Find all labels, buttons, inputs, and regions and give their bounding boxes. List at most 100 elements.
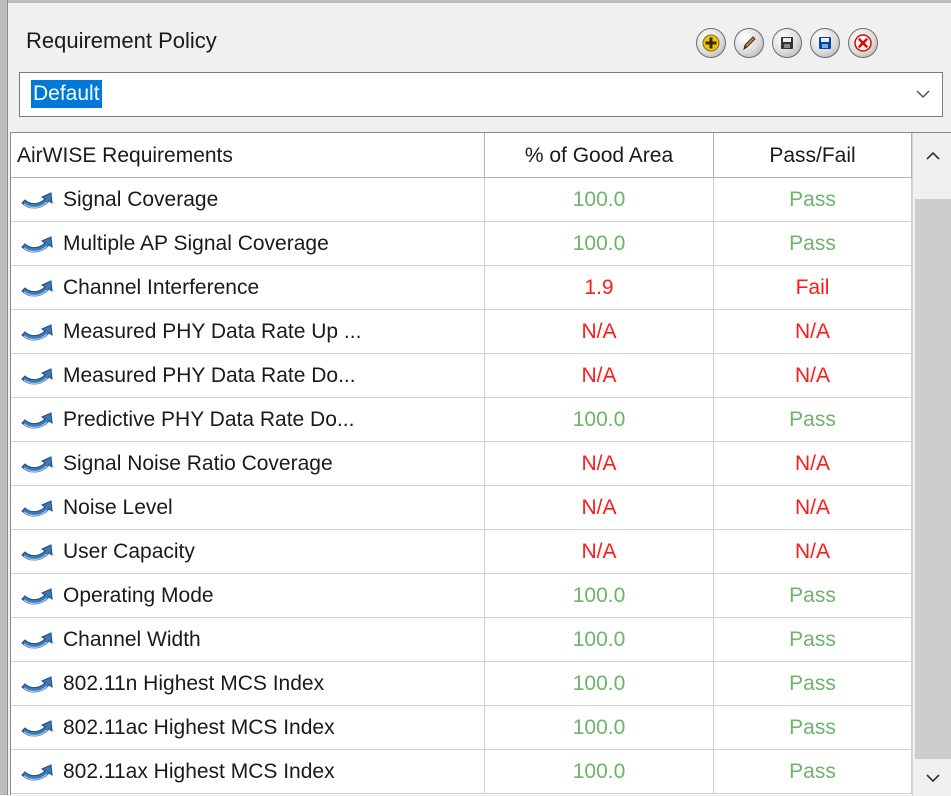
scroll-down-button[interactable]	[913, 760, 951, 796]
table-row[interactable]: Multiple AP Signal Coverage 100.0 Pass	[11, 222, 912, 266]
requirement-cell: 802.11ac Highest MCS Index	[11, 706, 485, 750]
good-area-cell: 100.0	[485, 222, 714, 266]
requirement-cell: Channel Interference	[11, 266, 485, 310]
pass-fail-cell: Pass	[714, 662, 912, 706]
airwise-requirement-icon	[21, 192, 53, 209]
policy-select-value: Default	[31, 80, 102, 108]
requirement-name: Channel Interference	[63, 276, 260, 299]
save-icon	[781, 37, 793, 49]
airwise-requirement-icon	[21, 236, 53, 253]
requirement-cell: User Capacity	[11, 530, 485, 574]
requirement-name: Multiple AP Signal Coverage	[63, 232, 329, 255]
requirement-name: 802.11ac Highest MCS Index	[63, 716, 335, 739]
airwise-requirement-icon	[21, 456, 53, 473]
grid-header: AirWISE Requirements % of Good Area Pass…	[11, 133, 912, 178]
requirement-cell: Operating Mode	[11, 574, 485, 618]
requirement-name: 802.11ax Highest MCS Index	[63, 760, 335, 783]
good-area-cell: 100.0	[485, 706, 714, 750]
table-row[interactable]: 802.11ac Highest MCS Index 100.0 Pass	[11, 706, 912, 750]
table-row[interactable]: Signal Coverage 100.0 Pass	[11, 178, 912, 222]
pass-fail-cell: Pass	[714, 618, 912, 662]
airwise-requirement-icon	[21, 676, 53, 693]
table-row[interactable]: Channel Width 100.0 Pass	[11, 618, 912, 662]
vertical-scrollbar[interactable]	[912, 133, 951, 796]
add-icon	[702, 34, 720, 52]
pass-fail-cell: Pass	[714, 574, 912, 618]
airwise-requirement-icon	[21, 544, 53, 561]
good-area-cell: N/A	[485, 530, 714, 574]
pass-fail-cell: Fail	[714, 266, 912, 310]
pass-fail-cell: Pass	[714, 178, 912, 222]
airwise-requirement-icon	[21, 412, 53, 429]
airwise-requirement-icon	[21, 632, 53, 649]
column-header-pass-fail[interactable]: Pass/Fail	[714, 133, 912, 178]
save-as-icon	[819, 37, 831, 49]
table-row[interactable]: Noise Level N/A N/A	[11, 486, 912, 530]
good-area-cell: N/A	[485, 442, 714, 486]
good-area-cell: N/A	[485, 310, 714, 354]
table-row[interactable]: User Capacity N/A N/A	[11, 530, 912, 574]
good-area-cell: N/A	[485, 354, 714, 398]
column-header-good-area[interactable]: % of Good Area	[485, 133, 714, 178]
requirement-name: Measured PHY Data Rate Do...	[63, 364, 356, 387]
table-row[interactable]: Measured PHY Data Rate Up ... N/A N/A	[11, 310, 912, 354]
requirement-name: Operating Mode	[63, 584, 214, 607]
pass-fail-cell: N/A	[714, 442, 912, 486]
edit-policy-button[interactable]	[734, 28, 764, 58]
scrollbar-thumb[interactable]	[915, 199, 951, 759]
pass-fail-cell: N/A	[714, 486, 912, 530]
table-row[interactable]: Operating Mode 100.0 Pass	[11, 574, 912, 618]
scroll-up-button[interactable]	[913, 133, 951, 178]
airwise-requirement-icon	[21, 720, 53, 737]
requirement-cell: Noise Level	[11, 486, 485, 530]
good-area-cell: 100.0	[485, 662, 714, 706]
table-row[interactable]: 802.11n Highest MCS Index 100.0 Pass	[11, 662, 912, 706]
column-header-requirement[interactable]: AirWISE Requirements	[11, 133, 485, 178]
pass-fail-cell: Pass	[714, 398, 912, 442]
chevron-up-icon	[926, 151, 940, 160]
save-as-policy-button[interactable]	[810, 28, 840, 58]
table-row[interactable]: 802.11ax Highest MCS Index 100.0 Pass	[11, 750, 912, 794]
requirement-name: Predictive PHY Data Rate Do...	[63, 408, 355, 431]
table-row[interactable]: Channel Interference 1.9 Fail	[11, 266, 912, 310]
good-area-cell: N/A	[485, 486, 714, 530]
good-area-cell: 100.0	[485, 574, 714, 618]
airwise-requirement-icon	[21, 764, 53, 781]
airwise-requirement-icon	[21, 280, 53, 297]
requirement-name: Channel Width	[63, 628, 201, 651]
delete-icon	[854, 34, 872, 52]
airwise-requirement-icon	[21, 324, 53, 341]
delete-policy-button[interactable]	[848, 28, 878, 58]
requirement-cell: Measured PHY Data Rate Up ...	[11, 310, 485, 354]
requirement-cell: Predictive PHY Data Rate Do...	[11, 398, 485, 442]
pass-fail-cell: N/A	[714, 310, 912, 354]
requirement-cell: Measured PHY Data Rate Do...	[11, 354, 485, 398]
requirement-name: Noise Level	[63, 496, 173, 519]
table-row[interactable]: Predictive PHY Data Rate Do... 100.0 Pass	[11, 398, 912, 442]
chevron-down-icon[interactable]	[914, 85, 932, 103]
requirement-policy-panel: Requirement Policy Default AirWISE Requi…	[0, 0, 951, 796]
pass-fail-cell: Pass	[714, 222, 912, 266]
table-row[interactable]: Measured PHY Data Rate Do... N/A N/A	[11, 354, 912, 398]
requirement-cell: Channel Width	[11, 618, 485, 662]
good-area-cell: 100.0	[485, 398, 714, 442]
pass-fail-cell: N/A	[714, 354, 912, 398]
policy-select[interactable]: Default	[19, 72, 943, 117]
table-row[interactable]: Signal Noise Ratio Coverage N/A N/A	[11, 442, 912, 486]
policy-title: Requirement Policy	[26, 28, 217, 53]
grid-rows: Signal Coverage 100.0 Pass Multiple AP Sign…	[11, 178, 912, 794]
add-policy-button[interactable]	[696, 28, 726, 58]
requirement-name: 802.11n Highest MCS Index	[63, 672, 325, 695]
requirement-name: Signal Coverage	[63, 188, 219, 211]
pass-fail-cell: Pass	[714, 750, 912, 794]
requirement-cell: Signal Coverage	[11, 178, 485, 222]
good-area-cell: 1.9	[485, 266, 714, 310]
airwise-requirement-icon	[21, 588, 53, 605]
window-left-edge	[0, 0, 8, 795]
pass-fail-cell: Pass	[714, 706, 912, 750]
requirement-name: Signal Noise Ratio Coverage	[63, 452, 333, 475]
window-top-edge	[0, 0, 951, 3]
chevron-down-icon	[926, 774, 940, 783]
save-policy-button[interactable]	[772, 28, 802, 58]
requirements-grid: AirWISE Requirements % of Good Area Pass…	[10, 132, 951, 796]
